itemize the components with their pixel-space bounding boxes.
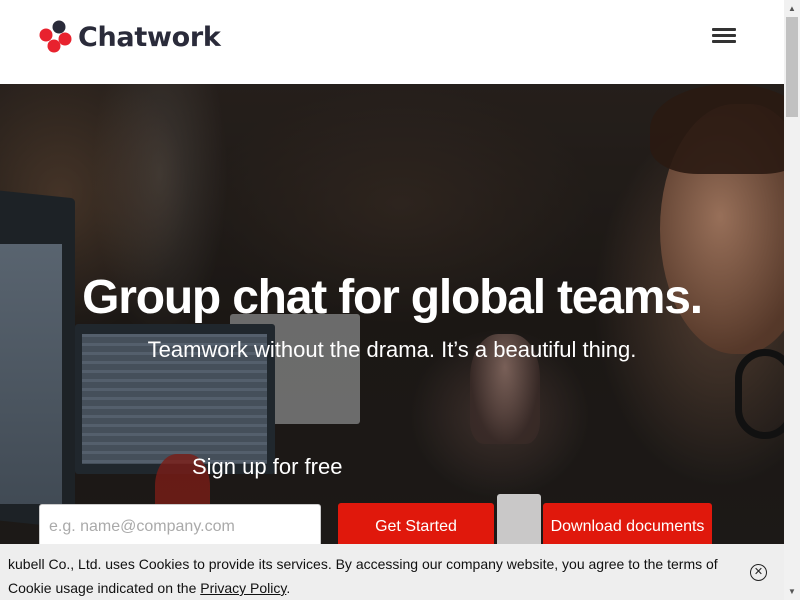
chatwork-logo-icon	[39, 20, 72, 53]
site-header: Chatwork	[0, 0, 784, 84]
hero-subtitle: Teamwork without the drama. It’s a beaut…	[147, 337, 637, 362]
chatwork-logo[interactable]: Chatwork	[38, 19, 221, 55]
arrow-down-icon[interactable]: ▼	[784, 583, 800, 600]
arrow-up-icon[interactable]: ▲	[784, 0, 800, 17]
cookie-banner: kubell Co., Ltd. uses Cookies to provide…	[0, 544, 784, 600]
close-circle-icon[interactable]: ✕	[750, 564, 767, 581]
privacy-policy-link[interactable]: Privacy Policy	[200, 580, 286, 596]
hero-content: Group chat for global teams. Teamwork wi…	[0, 84, 784, 600]
brand-name: Chatwork	[78, 21, 221, 53]
cookie-text-end: .	[286, 580, 291, 596]
hero-title: Group chat for global teams.	[82, 271, 703, 324]
page-viewport: Chatwork Group chat for global teams. Te…	[0, 0, 784, 600]
hamburger-menu-icon[interactable]	[710, 25, 738, 45]
cookie-message: kubell Co., Ltd. uses Cookies to provide…	[8, 552, 738, 600]
cookie-text: kubell Co., Ltd. uses Cookies to provide…	[8, 556, 718, 596]
hero-section: Group chat for global teams. Teamwork wi…	[0, 84, 784, 600]
vertical-scrollbar[interactable]: ▲ ▼	[784, 0, 800, 600]
scrollbar-thumb[interactable]	[786, 17, 798, 117]
signup-label: Sign up for free	[192, 454, 343, 479]
